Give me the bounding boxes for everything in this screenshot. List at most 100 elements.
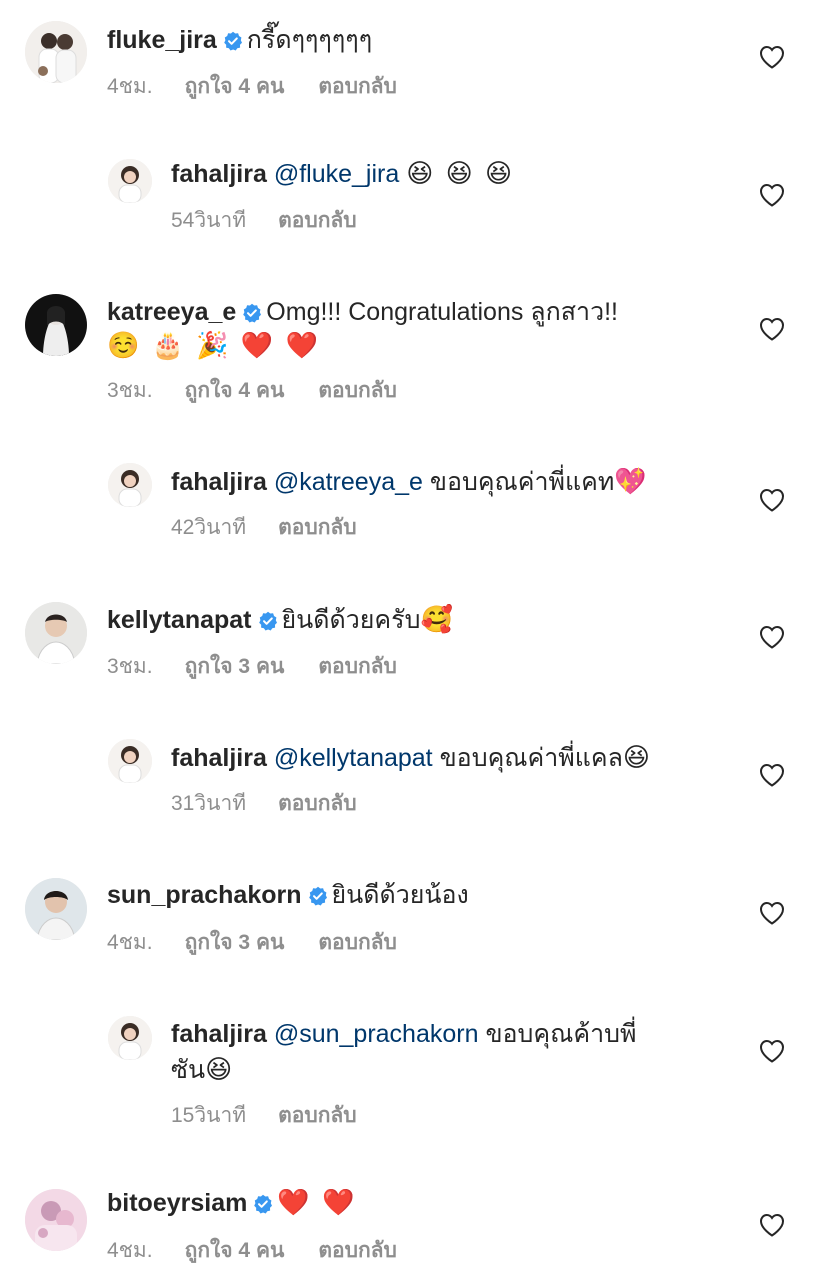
comment-body: ขอบคุณค่าพี่แคล <box>439 744 623 772</box>
heart-outline-icon <box>759 901 785 925</box>
avatar[interactable] <box>25 21 87 83</box>
emoji-text: 😆 <box>622 743 652 773</box>
verified-badge-icon <box>242 298 262 332</box>
heart-outline-icon <box>759 488 785 512</box>
reply-button[interactable]: ตอบกลับ <box>318 1239 397 1262</box>
avatar[interactable] <box>108 159 152 203</box>
comment-text-line2: ซัน😆 <box>171 1053 234 1087</box>
avatar[interactable] <box>25 602 87 664</box>
like-button[interactable] <box>757 760 787 790</box>
like-button[interactable] <box>757 314 787 344</box>
username[interactable]: katreeya_e <box>107 298 236 326</box>
timestamp: 42วินาที <box>171 516 247 539</box>
comment-meta: 4ชม. ถูกใจ 3 คน ตอบกลับ <box>107 929 397 957</box>
like-button[interactable] <box>757 1210 787 1240</box>
timestamp: 15วินาที <box>171 1104 247 1127</box>
emoji-text: 💖 <box>614 467 649 497</box>
reply-button[interactable]: ตอบกลับ <box>278 209 357 232</box>
timestamp: 4ชม. <box>107 931 153 954</box>
comment-meta: 15วินาที ตอบกลับ <box>171 1102 357 1130</box>
heart-outline-icon <box>759 625 785 649</box>
username[interactable]: fahaljira <box>171 744 267 772</box>
avatar[interactable] <box>25 294 87 356</box>
comment-body: กรี๊ดๆๆๆๆๆๆ <box>246 26 373 54</box>
comment-body: ขอบคุณค่าพี่แคท <box>429 468 615 496</box>
likes-count[interactable]: ถูกใจ 4 คน <box>185 75 285 98</box>
reply-button[interactable]: ตอบกลับ <box>278 516 357 539</box>
like-button[interactable] <box>757 622 787 652</box>
comment-meta: 54วินาที ตอบกลับ <box>171 207 357 235</box>
comment-text-line2: ☺️ 🎂 🎉 ❤️ ❤️ <box>107 329 320 363</box>
comment-body: ยินดีด้วยน้อง <box>331 881 469 909</box>
timestamp: 4ชม. <box>107 75 153 98</box>
emoji-text: ❤️ ❤️ <box>277 1188 357 1218</box>
reply-button[interactable]: ตอบกลับ <box>318 655 397 678</box>
heart-outline-icon <box>759 45 785 69</box>
comment-text: bitoeyrsiam ❤️ ❤️ <box>107 1186 356 1223</box>
like-button[interactable] <box>757 898 787 928</box>
likes-count[interactable]: ถูกใจ 3 คน <box>185 931 285 954</box>
like-button[interactable] <box>757 485 787 515</box>
username[interactable]: bitoeyrsiam <box>107 1189 247 1217</box>
heart-outline-icon <box>759 1039 785 1063</box>
likes-count[interactable]: ถูกใจ 4 คน <box>185 1239 285 1262</box>
comment-text: fahaljira @sun_prachakorn ขอบคุณค้าบพี่ <box>171 1017 636 1051</box>
heart-outline-icon <box>759 763 785 787</box>
comment-meta: 3ชม. ถูกใจ 3 คน ตอบกลับ <box>107 653 397 681</box>
like-button[interactable] <box>757 180 787 210</box>
emoji-text: 🥰 <box>420 605 455 635</box>
username[interactable]: sun_prachakorn <box>107 881 302 909</box>
mention-link[interactable]: @kellytanapat <box>274 744 433 772</box>
reply-button[interactable]: ตอบกลับ <box>278 792 357 815</box>
avatar[interactable] <box>108 1016 152 1060</box>
emoji-text: 😆 😆 😆 <box>406 159 515 189</box>
verified-badge-icon <box>308 881 328 915</box>
comment-body: ขอบคุณค้าบพี่ <box>485 1020 637 1048</box>
mention-link[interactable]: @fluke_jira <box>274 160 399 188</box>
heart-outline-icon <box>759 183 785 207</box>
comment-meta: 31วินาที ตอบกลับ <box>171 790 357 818</box>
avatar[interactable] <box>108 739 152 783</box>
timestamp: 54วินาที <box>171 209 247 232</box>
comment-meta: 4ชม. ถูกใจ 4 คน ตอบกลับ <box>107 1237 397 1265</box>
username[interactable]: fahaljira <box>171 468 267 496</box>
timestamp: 31วินาที <box>171 792 247 815</box>
timestamp: 3ชม. <box>107 655 153 678</box>
mention-link[interactable]: @katreeya_e <box>274 468 423 496</box>
username[interactable]: fahaljira <box>171 160 267 188</box>
username[interactable]: kellytanapat <box>107 606 252 634</box>
avatar[interactable] <box>108 463 152 507</box>
avatar[interactable] <box>25 878 87 940</box>
verified-badge-icon <box>253 1189 273 1223</box>
comment-body: Omg!!! Congratulations ลูกสาว!! <box>266 298 618 326</box>
reply-button[interactable]: ตอบกลับ <box>318 379 397 402</box>
like-button[interactable] <box>757 1036 787 1066</box>
comment-text: fahaljira @fluke_jira 😆 😆 😆 <box>171 157 514 191</box>
emoji-text: 😆 <box>205 1055 235 1085</box>
comment-body: ยินดีด้วยครับ <box>281 606 421 634</box>
reply-button[interactable]: ตอบกลับ <box>278 1104 357 1127</box>
comment-meta: 3ชม. ถูกใจ 4 คน ตอบกลับ <box>107 377 397 405</box>
username[interactable]: fahaljira <box>171 1020 267 1048</box>
comment-text: sun_prachakorn ยินดีด้วยน้อง <box>107 878 469 915</box>
username[interactable]: fluke_jira <box>107 26 217 54</box>
comment-meta: 42วินาที ตอบกลับ <box>171 514 357 542</box>
comment-text: fahaljira @katreeya_e ขอบคุณค่าพี่แคท💖 <box>171 465 649 499</box>
comment-meta: 4ชม. ถูกใจ 4 คน ตอบกลับ <box>107 73 397 101</box>
emoji-text: ☺️ 🎂 🎉 ❤️ ❤️ <box>107 331 320 361</box>
reply-button[interactable]: ตอบกลับ <box>318 931 397 954</box>
comment-text: fahaljira @kellytanapat ขอบคุณค่าพี่แคล😆 <box>171 741 652 775</box>
mention-link[interactable]: @sun_prachakorn <box>274 1020 479 1048</box>
heart-outline-icon <box>759 1213 785 1237</box>
timestamp: 4ชม. <box>107 1239 153 1262</box>
likes-count[interactable]: ถูกใจ 3 คน <box>185 655 285 678</box>
like-button[interactable] <box>757 42 787 72</box>
comment-text: katreeya_e Omg!!! Congratulations ลูกสาว!… <box>107 295 618 332</box>
comment-text: fluke_jira กรี๊ดๆๆๆๆๆๆ <box>107 23 372 60</box>
verified-badge-icon <box>223 26 243 60</box>
reply-button[interactable]: ตอบกลับ <box>318 75 397 98</box>
comment-body-line2: ซัน <box>171 1056 206 1084</box>
timestamp: 3ชม. <box>107 379 153 402</box>
avatar[interactable] <box>25 1189 87 1251</box>
likes-count[interactable]: ถูกใจ 4 คน <box>185 379 285 402</box>
